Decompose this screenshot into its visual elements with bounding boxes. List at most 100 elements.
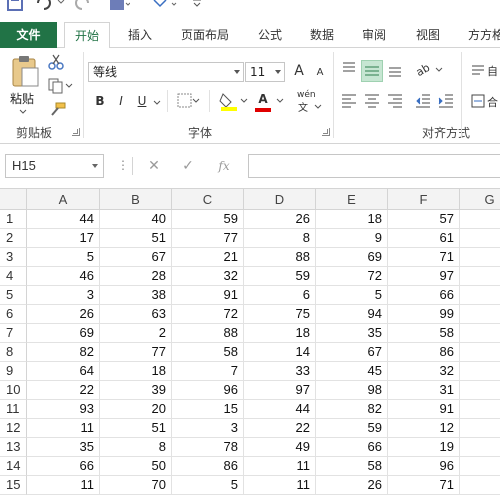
cell-e13[interactable]: 66 — [316, 438, 388, 457]
form-icon[interactable] — [108, 0, 130, 12]
cell-d5[interactable]: 6 — [244, 286, 316, 305]
tab-insert[interactable]: 插入 — [118, 22, 162, 48]
row-header[interactable]: 1 — [0, 210, 27, 229]
undo-dropdown-icon[interactable] — [56, 0, 66, 12]
cell-e7[interactable]: 35 — [316, 324, 388, 343]
cell-e4[interactable]: 72 — [316, 267, 388, 286]
select-all-corner[interactable] — [0, 189, 27, 210]
column-header-a[interactable]: A — [27, 189, 100, 210]
paste-button-label[interactable]: 粘贴 — [10, 90, 34, 107]
cell-d10[interactable]: 97 — [244, 381, 316, 400]
cell-b7[interactable]: 2 — [100, 324, 172, 343]
cell-c2[interactable]: 77 — [172, 229, 244, 248]
cell-e14[interactable]: 58 — [316, 457, 388, 476]
cell-e8[interactable]: 67 — [316, 343, 388, 362]
cell-d8[interactable]: 14 — [244, 343, 316, 362]
cell-g5[interactable] — [460, 286, 500, 305]
row-header[interactable]: 6 — [0, 305, 27, 324]
cell-g12[interactable] — [460, 419, 500, 438]
cell-c8[interactable]: 58 — [172, 343, 244, 362]
decrease-indent-icon[interactable] — [414, 92, 432, 110]
cell-f1[interactable]: 57 — [388, 210, 460, 229]
cell-d14[interactable]: 11 — [244, 457, 316, 476]
tab-data[interactable]: 数据 — [300, 22, 344, 48]
align-right-icon[interactable] — [386, 92, 404, 110]
cell-c7[interactable]: 88 — [172, 324, 244, 343]
cell-a4[interactable]: 46 — [27, 267, 100, 286]
cell-e10[interactable]: 98 — [316, 381, 388, 400]
cell-c1[interactable]: 59 — [172, 210, 244, 229]
cell-c13[interactable]: 78 — [172, 438, 244, 457]
column-header-d[interactable]: D — [244, 189, 316, 210]
enter-icon[interactable]: ✓ — [178, 155, 198, 177]
cell-c4[interactable]: 32 — [172, 267, 244, 286]
cell-a11[interactable]: 93 — [27, 400, 100, 419]
cell-c5[interactable]: 91 — [172, 286, 244, 305]
cell-e12[interactable]: 59 — [316, 419, 388, 438]
cell-c15[interactable]: 5 — [172, 476, 244, 495]
cell-c14[interactable]: 86 — [172, 457, 244, 476]
cell-g15[interactable] — [460, 476, 500, 495]
cell-f12[interactable]: 12 — [388, 419, 460, 438]
cell-g4[interactable] — [460, 267, 500, 286]
row-header[interactable]: 3 — [0, 248, 27, 267]
phonetic-guide-button[interactable]: wén — [297, 90, 316, 100]
fill-color-icon[interactable] — [218, 90, 248, 112]
cell-g11[interactable] — [460, 400, 500, 419]
paste-icon[interactable] — [10, 54, 40, 88]
cell-d1[interactable]: 26 — [244, 210, 316, 229]
cell-a10[interactable]: 22 — [27, 381, 100, 400]
cell-f5[interactable]: 66 — [388, 286, 460, 305]
cell-b5[interactable]: 38 — [100, 286, 172, 305]
tab-review[interactable]: 审阅 — [352, 22, 396, 48]
column-header-g[interactable]: G — [460, 189, 500, 210]
cancel-icon[interactable]: ✕ — [144, 155, 164, 177]
column-header-c[interactable]: C — [172, 189, 244, 210]
row-header[interactable]: 2 — [0, 229, 27, 248]
cell-a13[interactable]: 35 — [27, 438, 100, 457]
font-size-select[interactable]: 11 — [245, 62, 285, 82]
cell-b6[interactable]: 63 — [100, 305, 172, 324]
tab-view[interactable]: 视图 — [404, 22, 452, 48]
increase-font-size-button[interactable]: A — [290, 62, 308, 80]
italic-button[interactable]: I — [112, 92, 130, 110]
cell-b14[interactable]: 50 — [100, 457, 172, 476]
phonetic-guide-icon[interactable]: 文 — [297, 102, 325, 112]
cell-a2[interactable]: 17 — [27, 229, 100, 248]
cell-g9[interactable] — [460, 362, 500, 381]
cell-b13[interactable]: 8 — [100, 438, 172, 457]
cell-b10[interactable]: 39 — [100, 381, 172, 400]
tab-home[interactable]: 开始 — [64, 22, 110, 49]
column-header-b[interactable]: B — [100, 189, 172, 210]
cell-f6[interactable]: 99 — [388, 305, 460, 324]
cell-d3[interactable]: 88 — [244, 248, 316, 267]
cell-f15[interactable]: 71 — [388, 476, 460, 495]
cell-g2[interactable] — [460, 229, 500, 248]
cell-b8[interactable]: 77 — [100, 343, 172, 362]
cell-f3[interactable]: 71 — [388, 248, 460, 267]
cell-b15[interactable]: 70 — [100, 476, 172, 495]
clipboard-launcher-icon[interactable] — [72, 128, 80, 136]
tab-fangfang[interactable]: 方方格 — [460, 22, 500, 48]
cell-g13[interactable] — [460, 438, 500, 457]
cell-d12[interactable]: 22 — [244, 419, 316, 438]
underline-button[interactable]: U — [133, 92, 151, 110]
cell-g8[interactable] — [460, 343, 500, 362]
row-header[interactable]: 8 — [0, 343, 27, 362]
font-color-dropdown-icon[interactable] — [276, 98, 284, 104]
cell-g6[interactable] — [460, 305, 500, 324]
cell-d4[interactable]: 59 — [244, 267, 316, 286]
cell-g7[interactable] — [460, 324, 500, 343]
more-options-icon[interactable]: ⋮ — [117, 157, 129, 173]
cell-f10[interactable]: 31 — [388, 381, 460, 400]
cell-e15[interactable]: 26 — [316, 476, 388, 495]
cell-e11[interactable]: 82 — [316, 400, 388, 419]
font-name-select[interactable]: 等线 — [88, 62, 244, 82]
row-header[interactable]: 12 — [0, 419, 27, 438]
cell-g3[interactable] — [460, 248, 500, 267]
cell-c9[interactable]: 7 — [172, 362, 244, 381]
cell-e3[interactable]: 69 — [316, 248, 388, 267]
column-header-e[interactable]: E — [316, 189, 388, 210]
bold-button[interactable]: B — [91, 92, 109, 110]
cell-a3[interactable]: 5 — [27, 248, 100, 267]
